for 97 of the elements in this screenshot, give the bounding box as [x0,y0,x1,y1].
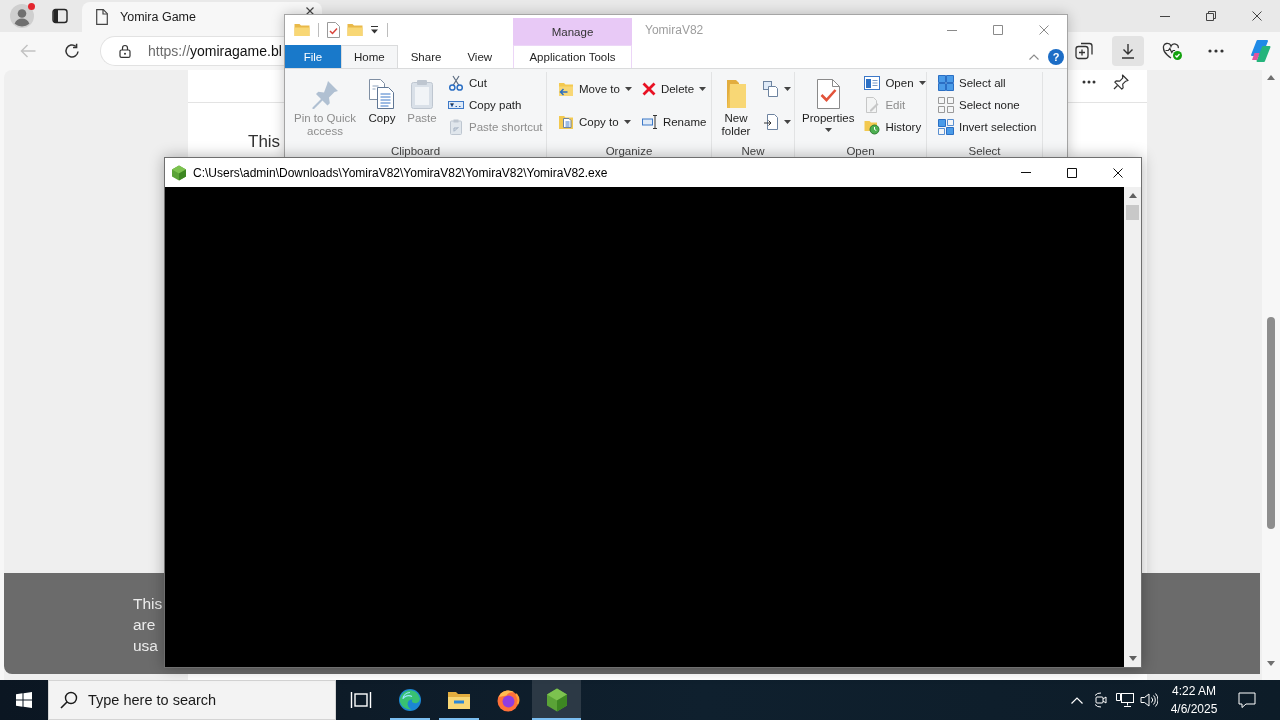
group-label: New [741,145,765,157]
clock-time[interactable]: 4:22 AM [1172,682,1216,700]
speech-bubble-icon [1238,692,1256,708]
cube-icon [171,164,187,181]
logo-icon [1249,40,1271,62]
grid-filled-icon [938,75,954,91]
folder-icon [446,690,471,710]
delete-button[interactable]: Delete [638,78,710,99]
document-pencil-icon [864,97,881,113]
maximize-icon [993,25,1003,35]
help-button[interactable]: ? [1048,48,1064,65]
new-item-button[interactable] [760,78,794,99]
folder-clock-icon [864,119,881,135]
task-view-icon [349,691,372,709]
group-label: Open [846,145,875,157]
select-all-button[interactable]: Select all [935,73,1040,93]
pin-icon [1113,74,1129,90]
window-icon [864,76,881,90]
more-icon [1208,49,1224,53]
copy-path-button[interactable]: Copy path [445,95,546,115]
invert-selection-button[interactable]: Invert selection [935,117,1040,137]
fox-icon [495,688,520,712]
speaker-icon [1140,692,1158,708]
cross-icon [641,81,656,96]
refresh-icon [64,43,80,59]
grid-half-icon [938,119,954,135]
scrollbar-thumb[interactable] [1126,205,1139,220]
window-title: YomiraV82 [645,23,705,37]
copy-button[interactable]: Copy [363,72,401,125]
scroll-down-icon[interactable] [1267,661,1275,666]
move-to-button[interactable]: Move to [555,78,635,99]
new-folder-button[interactable]: New folder [716,72,756,138]
text-cursor-icon [641,113,658,130]
restore-icon [1206,11,1216,21]
camera-icon [1093,692,1109,708]
grid-empty-icon [938,97,954,113]
address-field[interactable]: https://yomiragame.bl [100,36,284,66]
copy-to-button[interactable]: Copy to [555,111,635,132]
avatar-icon[interactable] [10,4,34,28]
document-check-icon[interactable] [327,22,340,38]
cube-app-button[interactable] [532,680,581,720]
search-icon [60,691,78,709]
properties-button[interactable]: Properties [799,72,858,132]
download-icon [1120,43,1136,59]
maximize-icon [1067,167,1077,178]
lock-icon [119,44,131,58]
document-arrow-icon [763,113,779,130]
close-icon [306,7,314,15]
heart-check-icon [1162,42,1182,60]
close-icon [1039,25,1049,35]
cube-icon [545,688,568,712]
caret-icon[interactable] [370,26,379,34]
group-label: Select [968,145,1001,157]
rename-button[interactable]: Rename [638,111,710,132]
history-button[interactable]: History [861,117,929,137]
context-tab-header: Manage [513,18,632,45]
browser-tab[interactable]: Yomira Game [82,2,322,32]
browser-icon [397,688,422,712]
page-icon [96,9,108,25]
arrow-left-icon [20,44,36,58]
cut-button[interactable]: Cut [445,73,546,93]
minimize-icon [947,29,957,31]
downloads-button[interactable] [1112,36,1144,66]
ribbon-tab[interactable]: Home [341,45,398,68]
ellipsis-icon [1082,80,1096,84]
folder-arrow-icon [558,80,574,97]
tabs-plus-icon [1075,42,1093,60]
ribbon-tab[interactable]: View [454,45,506,68]
window-title: C:\Users\admin\Downloads\YomiraV82\YomiraV82\YomiraV82\YomiraV82.exe [193,165,609,180]
group-label: Organize [605,145,653,157]
group-label: Clipboard [390,145,441,157]
close-icon [1252,11,1262,21]
minimize-icon [1021,172,1031,173]
page-text: This [248,132,281,152]
open-button[interactable]: Open [861,73,929,93]
chevron-up-icon [1071,696,1083,704]
cookie-notice-text: This are usa [133,594,163,656]
scroll-up-icon[interactable] [1267,75,1275,80]
minimize-icon [1160,15,1170,17]
ribbon-tab[interactable]: Share [397,45,455,68]
tab-close-button[interactable] [305,6,315,16]
search-field[interactable]: Type here to search [48,680,336,720]
scrollbar-thumb[interactable] [1267,317,1275,529]
new-document-icon [763,80,779,97]
notification-dot-icon [28,3,35,10]
select-none-button[interactable]: Select none [935,95,1040,115]
start-logo-icon [16,692,32,708]
network-icon [1116,692,1134,708]
close-icon [1113,167,1123,178]
file-tab[interactable]: File [285,45,341,68]
scroll-down-icon [1128,656,1137,661]
clock-date[interactable]: 4/6/2025 [1170,700,1218,718]
scroll-up-icon [1128,193,1137,198]
chevron-up-icon [1029,53,1039,60]
tab-actions-icon [52,8,68,24]
folder-document-icon [558,113,574,130]
scissors-icon [448,75,464,91]
